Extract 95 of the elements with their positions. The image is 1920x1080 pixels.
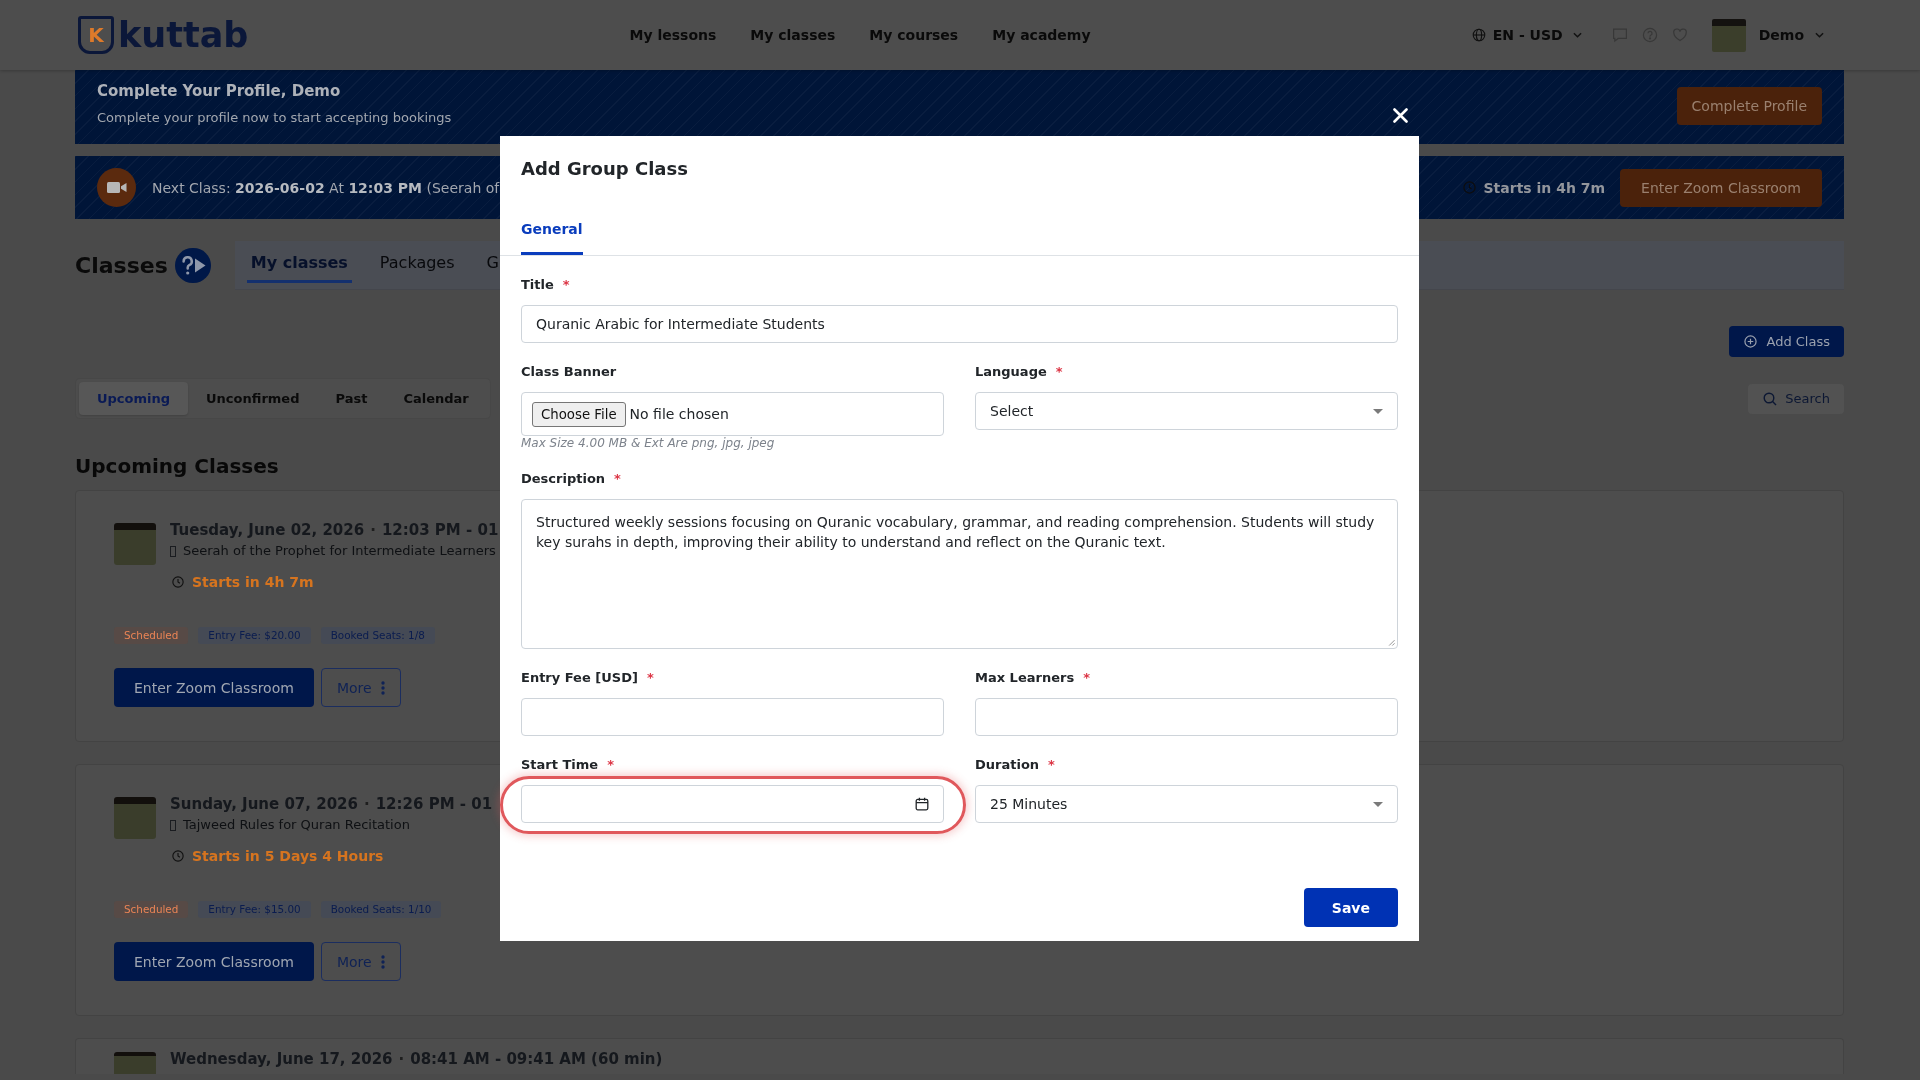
filter-tab[interactable]: Unconfirmed (188, 382, 318, 415)
question-play-icon[interactable] (174, 248, 211, 283)
file-input-field[interactable]: Choose File No file chosen (521, 392, 944, 436)
text-input-field[interactable] (975, 698, 1398, 736)
globe-icon (1471, 28, 1486, 42)
banner-title: Complete Your Profile, Demo (97, 82, 341, 100)
required-mark: * (646, 669, 654, 687)
required-mark: * (1048, 756, 1055, 774)
nav-link[interactable]: My classes (750, 26, 836, 44)
search-icon (1763, 391, 1778, 406)
calendar-icon[interactable] (915, 797, 929, 811)
more-button[interactable]: More (320, 668, 401, 707)
close-icon (1393, 108, 1408, 123)
field-label: Language (975, 363, 1047, 381)
logo-text: kuttab (118, 14, 249, 56)
nav-link[interactable]: My courses (869, 26, 959, 44)
nav-link[interactable]: My lessons (629, 26, 717, 44)
chevron-down-icon (1815, 32, 1824, 38)
more-button[interactable]: More (320, 942, 401, 981)
field-label: Max Learners (975, 669, 1075, 687)
class-date-time: Tuesday, June 02, 2026 · 12:03 PM - 01 (170, 521, 499, 539)
enter-zoom-button[interactable]: Enter Zoom Classroom (114, 942, 314, 981)
avatar-photo (1711, 18, 1746, 52)
caret-down-icon (1373, 408, 1383, 414)
filter-tab[interactable]: Past (317, 382, 386, 415)
user-menu-button[interactable]: Demo (1758, 26, 1824, 44)
logo-mark: K (78, 16, 114, 54)
countdown-text: Starts in 4h 7m (1483, 178, 1606, 197)
info-tag: Booked Seats: 1/8 (320, 627, 435, 644)
search-button[interactable]: Search (1748, 383, 1844, 414)
nav-link[interactable]: My academy (992, 26, 1091, 44)
status-tag: Scheduled (114, 901, 189, 918)
enter-zoom-button[interactable]: Enter Zoom Classroom (114, 668, 314, 707)
field-label: Title (521, 276, 554, 294)
add-class-button[interactable]: Add Class (1729, 326, 1844, 357)
chevron-down-icon (1572, 32, 1582, 38)
info-tag: Entry Fee: $20.00 (198, 627, 311, 644)
plus-circle-icon (1744, 335, 1758, 348)
file-name-text: No file chosen (629, 405, 729, 423)
tab[interactable]: Packages (375, 241, 459, 283)
complete-profile-button[interactable]: Complete Profile (1676, 87, 1822, 125)
info-tag: Entry Fee: $15.00 (198, 901, 311, 918)
page-title: Classes (75, 252, 168, 279)
clock-icon (172, 850, 184, 862)
class-thumbnail-photo (114, 797, 156, 839)
class-thumbnail-photo (114, 523, 156, 565)
countdown-text: Starts in 4h 7m (192, 573, 314, 591)
course-name: Seerah of the Prophet for Intermediate Learners (183, 543, 496, 559)
box-glyph-icon (170, 819, 176, 831)
select-field[interactable]: 25 Minutes (975, 785, 1398, 823)
class-date-time: Wednesday, June 17, 2026 · 08:41 AM - 09:41 AM (60 min) (170, 1050, 663, 1068)
banner-message: Complete your profile now to start accepting bookings (97, 110, 452, 126)
status-tag: Scheduled (114, 627, 189, 644)
tab[interactable]: My classes (246, 241, 352, 283)
clock-icon (1462, 181, 1476, 194)
select-field[interactable]: Select (975, 392, 1398, 430)
field-label: Entry Fee [USD] (521, 669, 638, 687)
required-mark: * (1055, 363, 1063, 381)
filter-tab[interactable]: Upcoming (79, 382, 189, 415)
filter-tab[interactable]: Calendar (385, 382, 487, 415)
field-label: Description (521, 470, 606, 488)
clock-icon (172, 576, 184, 588)
caret-down-icon (1373, 801, 1383, 807)
tab[interactable]: G (482, 241, 499, 283)
class-date-time: Sunday, June 07, 2026 · 12:26 PM - 01 (170, 795, 493, 813)
close-button[interactable] (1393, 108, 1408, 123)
box-glyph-icon (170, 545, 176, 557)
field-label: Duration (975, 756, 1040, 774)
text-input-field[interactable] (521, 698, 944, 736)
section-title: Upcoming Classes (75, 454, 279, 478)
enter-zoom-button[interactable]: Enter Zoom Classroom (1620, 168, 1822, 207)
vertical-dots-icon (380, 954, 385, 969)
text-input-field[interactable]: Quranic Arabic for Intermediate Students (521, 305, 1398, 343)
save-button[interactable]: Save (1303, 888, 1398, 927)
date-input-field[interactable] (521, 785, 944, 823)
video-camera-icon (97, 168, 136, 207)
vertical-dots-icon (380, 680, 385, 695)
field-label: Class Banner (521, 363, 617, 381)
field-label: Start Time (521, 756, 599, 774)
required-mark: * (614, 470, 621, 488)
required-mark: * (562, 276, 570, 294)
tab[interactable]: General (521, 219, 583, 255)
info-tag: Booked Seats: 1/10 (320, 901, 442, 918)
required-mark: * (607, 756, 614, 774)
course-name: Tajweed Rules for Quran Recitation (183, 817, 410, 833)
language-currency-button[interactable]: EN - USD (1471, 26, 1582, 44)
next-class-text: Next Class: 2026-06-02 At 12:03 PM (Seerah of (152, 178, 500, 197)
choose-file-button[interactable]: Choose File (532, 401, 626, 427)
textarea-field[interactable]: Structured weekly sessions focusing on Quranic vocabulary, grammar, and reading comprehension. Students will study key surahs in depth, improving their ability to understand and reflect on the Quranic text. (521, 499, 1398, 649)
countdown-text: Starts in 5 Days 4 Hours (192, 847, 384, 865)
required-mark: * (1083, 669, 1090, 687)
modal-title: Add Group Class (521, 157, 688, 181)
field-hint: Max Size 4.00 MB & Ext Are png, jpg, jpeg (521, 436, 775, 450)
resize-grip-icon (1386, 637, 1395, 646)
class-thumbnail-photo (114, 1052, 156, 1074)
